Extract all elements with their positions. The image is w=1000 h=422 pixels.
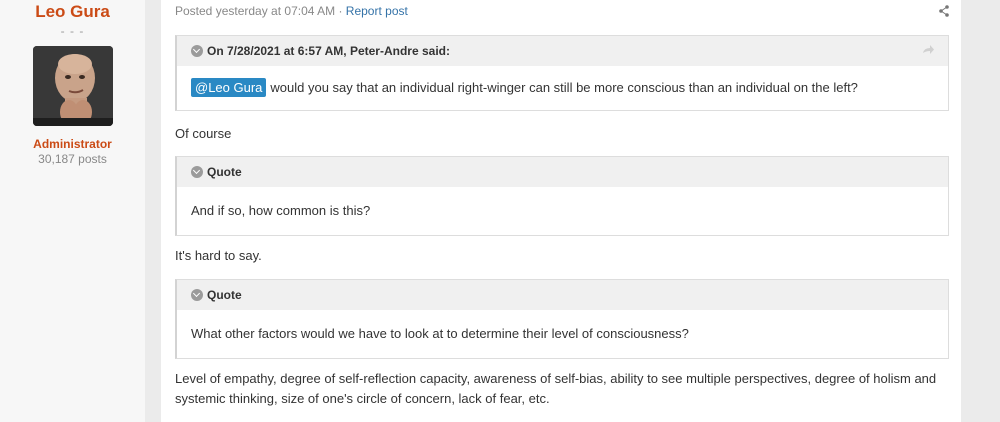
author-rank-dots: - - - bbox=[60, 24, 85, 38]
quote-text: would you say that an individual right-w… bbox=[270, 80, 858, 95]
quote-header[interactable]: On 7/28/2021 at 6:57 AM, Peter-Andre sai… bbox=[177, 36, 948, 66]
chevron-down-icon[interactable] bbox=[191, 166, 203, 178]
author-post-count: 30,187 posts bbox=[38, 152, 107, 166]
chevron-down-icon[interactable] bbox=[191, 45, 203, 57]
quote-body: @Leo Gura would you say that an individua… bbox=[177, 66, 948, 110]
reply-line: Level of empathy, degree of self-reflect… bbox=[175, 371, 937, 386]
quote-header[interactable]: Quote bbox=[177, 280, 948, 310]
post-content: Posted yesterday at 07:04 AM · Report po… bbox=[161, 0, 961, 422]
post-timestamp[interactable]: Posted yesterday at 07:04 AM bbox=[175, 4, 335, 18]
quote-body: What other factors would we have to look… bbox=[191, 326, 689, 341]
reply-text: It's hard to say. bbox=[175, 248, 262, 263]
post-meta: Posted yesterday at 07:04 AM · Report po… bbox=[175, 4, 408, 18]
reply-text: Of course bbox=[175, 126, 232, 141]
quote-block: On 7/28/2021 at 6:57 AM, Peter-Andre sai… bbox=[175, 35, 949, 111]
quote-header[interactable]: Quote bbox=[177, 157, 948, 187]
chevron-down-icon[interactable] bbox=[191, 289, 203, 301]
reply-line: systemic thinking, size of one's circle … bbox=[175, 391, 550, 406]
share-icon[interactable] bbox=[939, 5, 949, 17]
quote-label: Quote bbox=[207, 165, 242, 179]
quote-block: Quote And if so, how common is this? bbox=[175, 156, 949, 236]
user-mention[interactable]: @Leo Gura bbox=[191, 78, 267, 97]
author-role: Administrator bbox=[33, 137, 112, 151]
avatar[interactable] bbox=[32, 46, 113, 126]
quote-label: Quote bbox=[207, 288, 242, 302]
page-gutter bbox=[961, 0, 975, 422]
reply-text: Level of empathy, degree of self-reflect… bbox=[175, 369, 955, 409]
quote-block: Quote What other factors would we have t… bbox=[175, 279, 949, 359]
quote-body: And if so, how common is this? bbox=[191, 203, 371, 218]
author-panel: Leo Gura - - - Administrator 30,187 post… bbox=[0, 0, 145, 422]
report-post-link[interactable]: Report post bbox=[346, 4, 408, 18]
reply-arrow-icon[interactable] bbox=[922, 45, 934, 56]
author-name[interactable]: Leo Gura bbox=[0, 2, 145, 22]
avatar-image bbox=[32, 46, 113, 126]
meta-separator: · bbox=[338, 4, 343, 18]
quote-citation: On 7/28/2021 at 6:57 AM, Peter-Andre sai… bbox=[207, 44, 450, 58]
